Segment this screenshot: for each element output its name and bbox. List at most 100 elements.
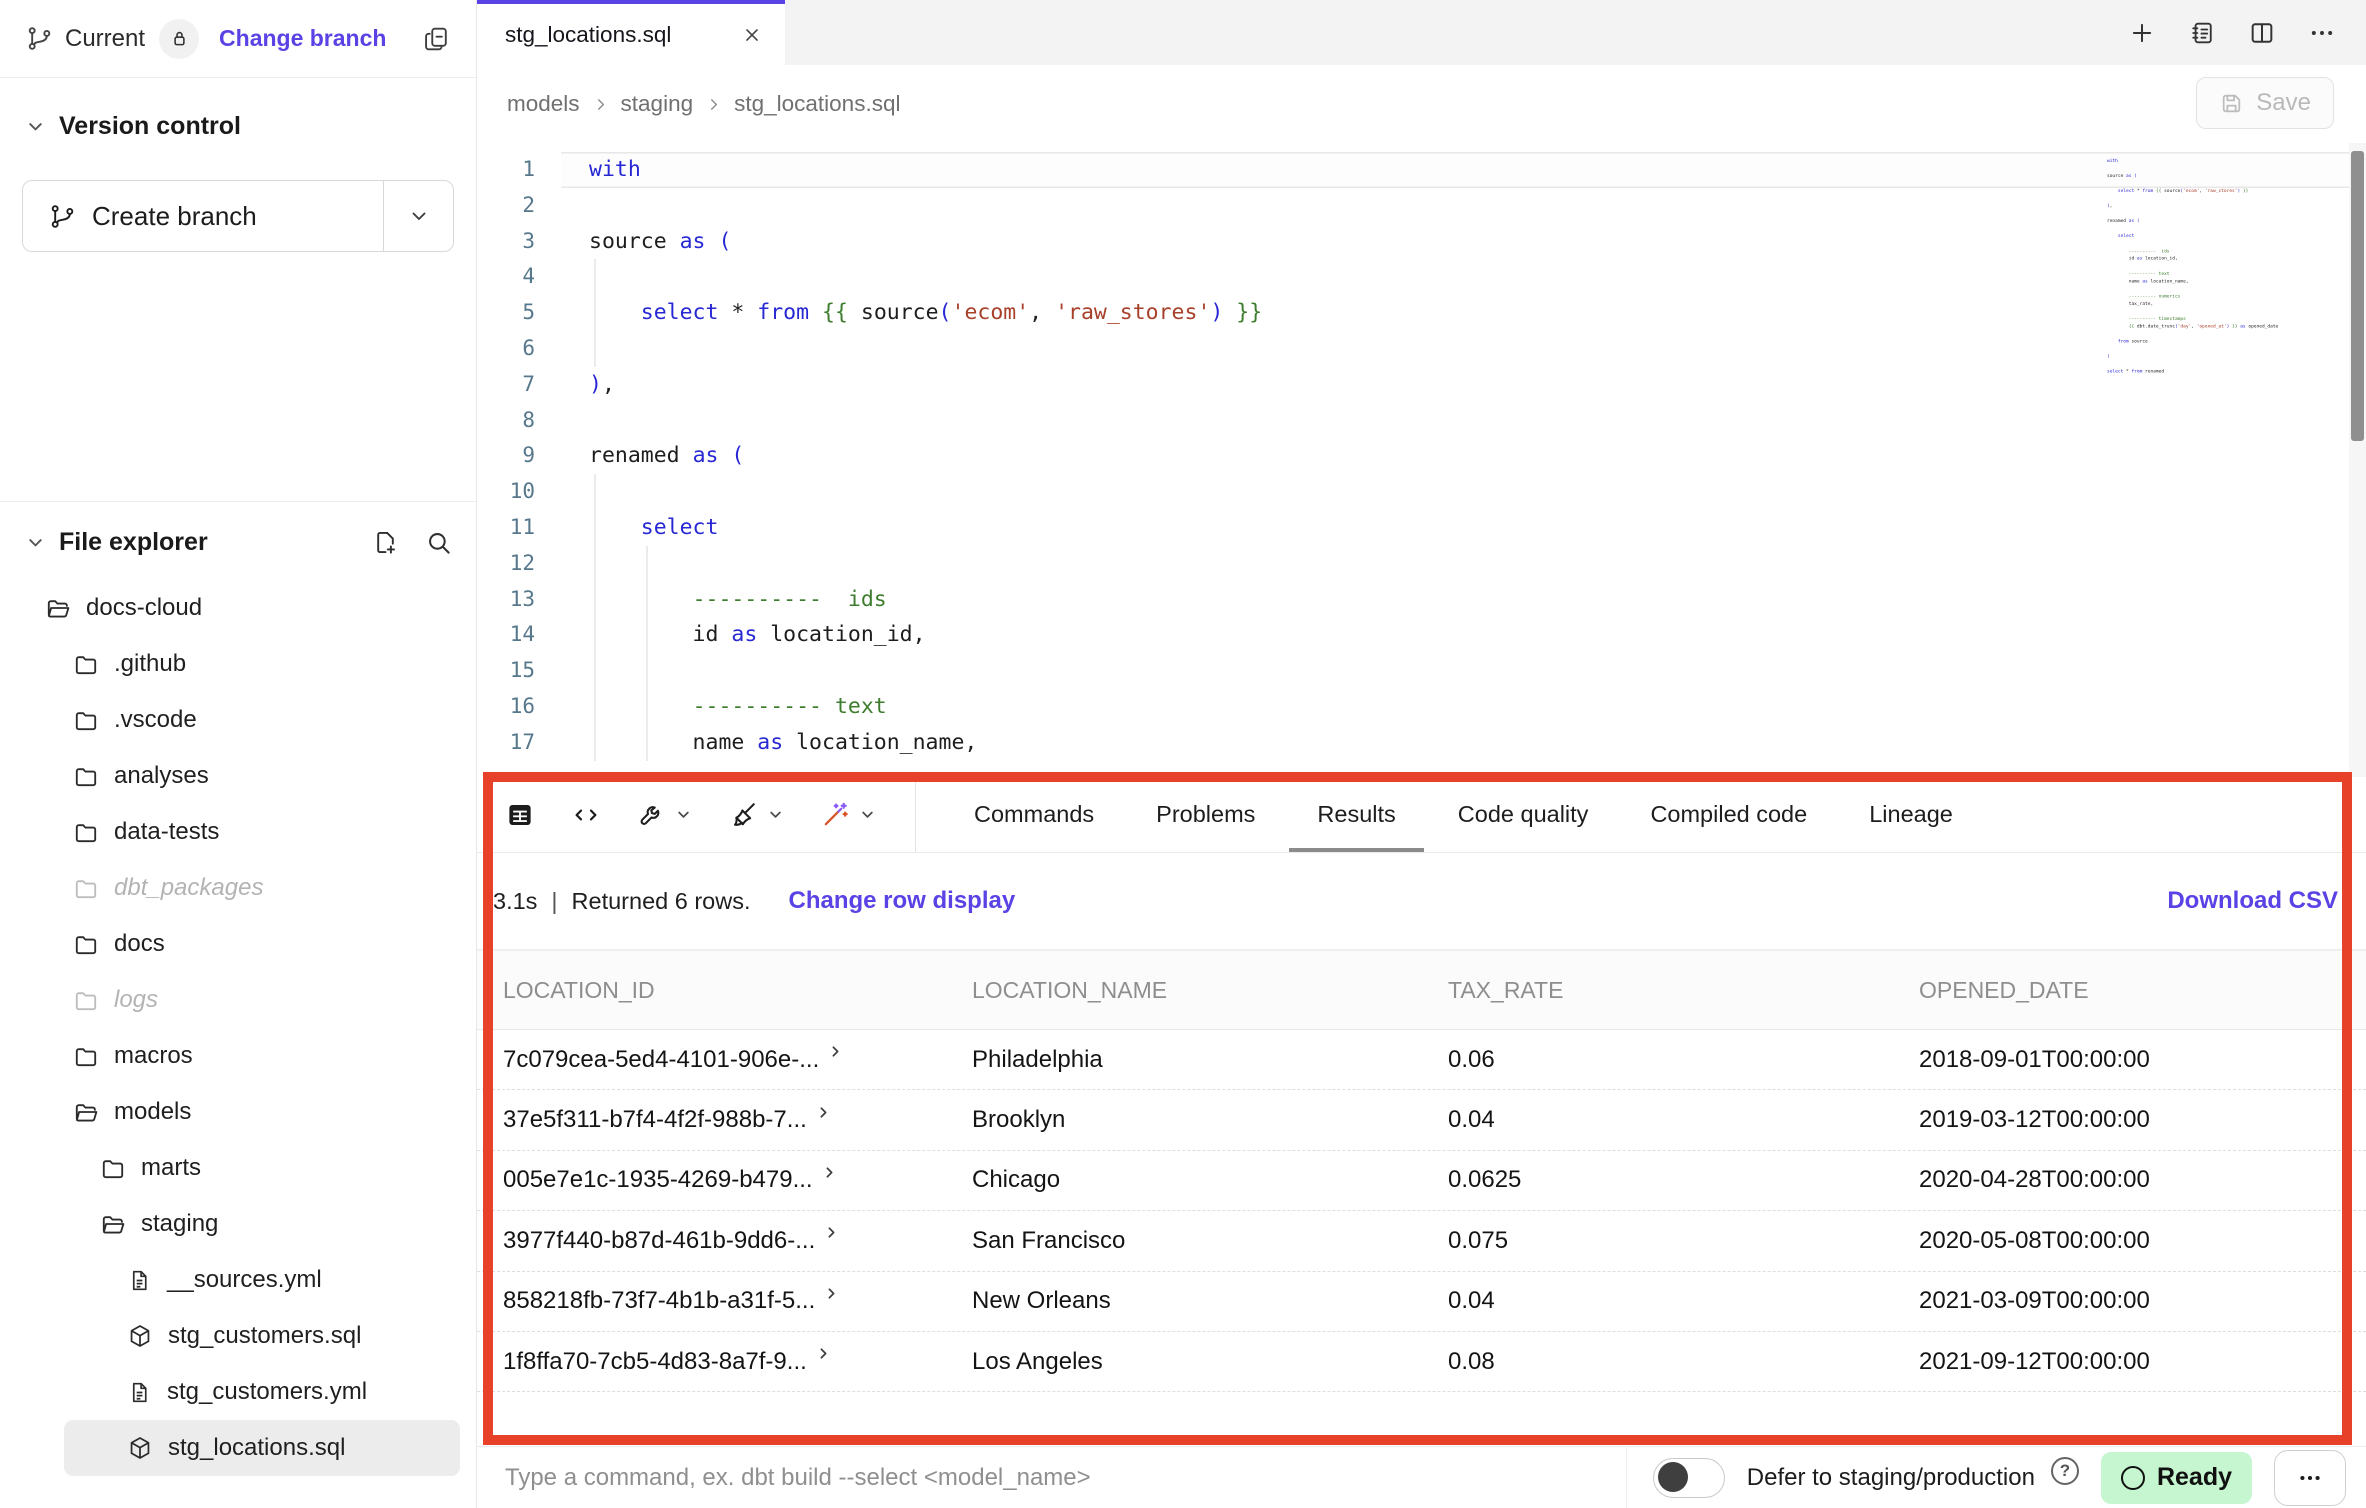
table-row[interactable]: 3977f440-b87d-461b-9dd6-...San Francisco… xyxy=(477,1211,2366,1271)
code-line-8[interactable]: 8 xyxy=(477,403,2366,439)
tree-item-stg-customers-yml[interactable]: stg_customers.yml xyxy=(0,1364,476,1420)
expand-row-icon[interactable] xyxy=(815,1345,832,1362)
tree-item--sources-yml[interactable]: __sources.yml xyxy=(0,1252,476,1308)
panel-tab-lineage[interactable]: Lineage xyxy=(1869,777,1953,852)
change-branch-link[interactable]: Change branch xyxy=(219,25,386,52)
tree-item-macros[interactable]: macros xyxy=(0,1028,476,1084)
code-view-icon[interactable] xyxy=(571,800,601,830)
code-line-16[interactable]: 16 ---------- text xyxy=(477,689,2366,725)
format-dropdown[interactable] xyxy=(729,800,785,829)
panel-tab-compiled-code[interactable]: Compiled code xyxy=(1650,777,1807,852)
results-panel: Commands Problems Results Code quality Compi… xyxy=(477,777,2366,1446)
code-line-15[interactable]: 15 xyxy=(477,653,2366,689)
search-icon[interactable] xyxy=(425,529,452,556)
code-editor[interactable]: 1with23source as (45 select * from {{ so… xyxy=(477,143,2366,777)
command-input[interactable] xyxy=(477,1447,1626,1508)
tree-item-stg-customers-sql[interactable]: stg_customers.sql xyxy=(0,1308,476,1364)
tree-item-label: models xyxy=(114,1098,191,1126)
expand-row-icon[interactable] xyxy=(823,1285,840,1302)
copy-icon[interactable] xyxy=(422,25,450,53)
expand-row-icon[interactable] xyxy=(821,1164,838,1181)
indent-guide xyxy=(646,546,648,761)
code-line-10[interactable]: 10 xyxy=(477,474,2366,510)
notebook-list-icon[interactable] xyxy=(2188,19,2216,47)
table-row[interactable]: 005e7e1c-1935-4269-b479...Chicago0.06252… xyxy=(477,1151,2366,1211)
minimap-line: name as location_name, xyxy=(2107,277,2302,285)
tree-item-stg-locations-sql[interactable]: stg_locations.sql xyxy=(64,1420,460,1476)
code-line-9[interactable]: 9renamed as ( xyxy=(477,438,2366,474)
breadcrumb-segment[interactable]: models xyxy=(507,91,580,117)
tree-item--vscode[interactable]: .vscode xyxy=(0,692,476,748)
expand-row-icon[interactable] xyxy=(815,1104,832,1121)
create-branch-dropdown[interactable] xyxy=(383,181,453,251)
panel-tab-commands[interactable]: Commands xyxy=(974,777,1094,852)
tree-item-dbt-packages[interactable]: dbt_packages xyxy=(0,860,476,916)
table-row[interactable]: 7c079cea-5ed4-4101-906e-...Philadelphia0… xyxy=(477,1030,2366,1090)
new-file-icon[interactable] xyxy=(372,529,399,556)
code-line-2[interactable]: 2 xyxy=(477,188,2366,224)
code-line-5[interactable]: 5 select * from {{ source('ecom', 'raw_s… xyxy=(477,295,2366,331)
panel-tab-problems[interactable]: Problems xyxy=(1156,777,1255,852)
build-tools-dropdown[interactable] xyxy=(637,800,693,829)
close-icon[interactable] xyxy=(741,24,763,46)
panel-tab-results[interactable]: Results xyxy=(1317,777,1395,852)
tree-item-analyses[interactable]: analyses xyxy=(0,748,476,804)
minimap-line: ), xyxy=(2107,202,2302,210)
split-columns-icon[interactable] xyxy=(2248,19,2276,47)
code-line-3[interactable]: 3source as ( xyxy=(477,224,2366,260)
table-view-icon[interactable] xyxy=(505,800,535,830)
change-row-display-link[interactable]: Change row display xyxy=(788,887,1015,915)
create-branch-button[interactable]: Create branch xyxy=(22,180,454,252)
line-number: 16 xyxy=(477,689,561,725)
code-line-12[interactable]: 12 xyxy=(477,546,2366,582)
code-line-4[interactable]: 4 xyxy=(477,259,2366,295)
code-line-6[interactable]: 6 xyxy=(477,331,2366,367)
save-button[interactable]: Save xyxy=(2196,77,2334,129)
tree-item-logs[interactable]: logs xyxy=(0,972,476,1028)
minimap-content: withsource as ( select * from {{ source(… xyxy=(2107,157,2302,375)
code-line-11[interactable]: 11 select xyxy=(477,510,2366,546)
create-branch-main[interactable]: Create branch xyxy=(23,181,383,251)
code-text xyxy=(561,546,2366,582)
tree-item--github[interactable]: .github xyxy=(0,636,476,692)
expand-row-icon[interactable] xyxy=(823,1224,840,1241)
table-row[interactable]: 1f8ffa70-7cb5-4d83-8a7f-9...Los Angeles0… xyxy=(477,1332,2366,1392)
breadcrumb-segment[interactable]: stg_locations.sql xyxy=(734,91,900,117)
ai-assist-dropdown[interactable] xyxy=(821,800,877,829)
code-line-17[interactable]: 17 name as location_name, xyxy=(477,725,2366,761)
more-actions-button[interactable] xyxy=(2274,1450,2346,1506)
download-csv-link[interactable]: Download CSV xyxy=(2167,887,2338,915)
minimap-line: ---------- numerics xyxy=(2107,292,2302,300)
new-tab-icon[interactable] xyxy=(2128,19,2156,47)
help-icon[interactable]: ? xyxy=(2051,1457,2079,1485)
editor-scrollbar-track[interactable] xyxy=(2349,143,2366,777)
more-options-icon[interactable] xyxy=(2308,19,2336,47)
status-badge[interactable]: Ready xyxy=(2101,1452,2252,1504)
file-explorer-header[interactable]: File explorer xyxy=(0,518,476,566)
tree-item-staging[interactable]: staging xyxy=(0,1196,476,1252)
code-line-7[interactable]: 7), xyxy=(477,367,2366,403)
minimap-line: select * from {{ source('ecom', 'raw_sto… xyxy=(2107,187,2302,195)
tree-item-docs[interactable]: docs xyxy=(0,916,476,972)
tree-item-data-tests[interactable]: data-tests xyxy=(0,804,476,860)
tab-stg-locations[interactable]: stg_locations.sql xyxy=(477,0,785,65)
tree-item-models[interactable]: models xyxy=(0,1084,476,1140)
tree-item-marts[interactable]: marts xyxy=(0,1140,476,1196)
panel-tab-code-quality[interactable]: Code quality xyxy=(1458,777,1589,852)
breadcrumb-segment[interactable]: staging xyxy=(621,91,694,117)
defer-toggle[interactable] xyxy=(1653,1458,1725,1498)
tree-item-docs-cloud[interactable]: docs-cloud xyxy=(0,580,476,636)
tree-item-label: macros xyxy=(114,1042,193,1070)
table-row[interactable]: 37e5f311-b7f4-4f2f-988b-7...Brooklyn0.04… xyxy=(477,1090,2366,1150)
version-control-header[interactable]: Version control xyxy=(0,102,476,150)
code-line-1[interactable]: 1with xyxy=(477,152,2366,188)
cube-icon xyxy=(127,1435,153,1461)
code-line-13[interactable]: 13 ---------- ids xyxy=(477,582,2366,618)
line-number: 7 xyxy=(477,367,561,403)
code-line-14[interactable]: 14 id as location_id, xyxy=(477,617,2366,653)
editor-tabbar: stg_locations.sql xyxy=(477,0,2366,65)
minimap[interactable]: withsource as ( select * from {{ source(… xyxy=(2107,157,2302,397)
editor-scrollbar-thumb[interactable] xyxy=(2351,151,2364,441)
expand-row-icon[interactable] xyxy=(827,1043,844,1060)
table-row[interactable]: 858218fb-73f7-4b1b-a31f-5...New Orleans0… xyxy=(477,1272,2366,1332)
